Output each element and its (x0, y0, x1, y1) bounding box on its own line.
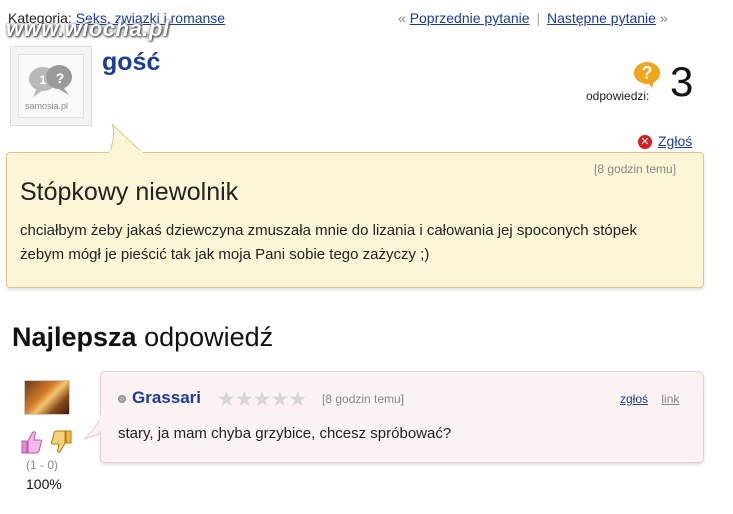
next-question-link[interactable]: Następne pytanie (547, 10, 656, 26)
svg-text:1: 1 (40, 73, 47, 87)
prev-marker: « (398, 10, 406, 26)
asker-name[interactable]: gość (102, 48, 160, 77)
watermark: www.wiocha.pl (6, 16, 170, 41)
best-heading-bold: Najlepsza (12, 322, 137, 352)
next-marker: » (659, 10, 668, 26)
question-title: Stópkowy niewolnik (20, 178, 239, 206)
vote-icons (21, 430, 72, 454)
nav-separator: | (536, 10, 541, 26)
tail-joint (109, 150, 143, 156)
report-link[interactable]: Zgłoś (658, 133, 692, 149)
report-question[interactable]: ✕ Zgłoś (638, 133, 692, 150)
answer-text: stary, ja mam chyba grzybice, chcesz spr… (118, 425, 452, 442)
avatar-caption: samosia.pl (25, 101, 69, 111)
best-heading-rest: odpowiedź (144, 322, 274, 352)
thumbs-down-icon (50, 430, 72, 453)
rating-stars-icon: ★★★★★ (217, 388, 307, 411)
answer-author[interactable]: Grassari (132, 388, 201, 408)
answer-tail-joint (99, 415, 103, 431)
answerer-avatar[interactable] (24, 380, 70, 415)
answers-label: odpowiedzi: (586, 89, 650, 103)
thumbs-up-icon (21, 431, 43, 454)
vote-counts: (1 - 0) (26, 458, 59, 472)
question-mark-icon: ? (634, 62, 660, 88)
best-answer-heading: Najlepsza odpowiedź (12, 322, 273, 353)
default-avatar-icon: 1 ? samosia.pl (18, 54, 84, 118)
svg-text:?: ? (56, 70, 65, 86)
answer-links: zgłoś link (620, 392, 679, 406)
answers-count: 3 (670, 58, 694, 105)
answer-report-link[interactable]: zgłoś (620, 392, 648, 406)
asker-avatar[interactable]: 1 ? samosia.pl (10, 46, 92, 126)
vote-percent: 100% (26, 476, 62, 492)
answer-time: [8 godzin temu] (322, 392, 405, 406)
prev-question-link[interactable]: Poprzednie pytanie (410, 10, 530, 26)
question-body: chciałbym żeby jakaś dziewczyna zmuszała… (20, 222, 637, 263)
question-time: [8 godzin temu] (594, 162, 677, 176)
question-nav: « Poprzednie pytanie | Następne pytanie … (398, 10, 668, 26)
answer-box (100, 371, 704, 463)
close-circle-icon: ✕ (638, 135, 652, 150)
answer-permalink[interactable]: link (661, 392, 679, 406)
bullet-icon (118, 395, 126, 403)
